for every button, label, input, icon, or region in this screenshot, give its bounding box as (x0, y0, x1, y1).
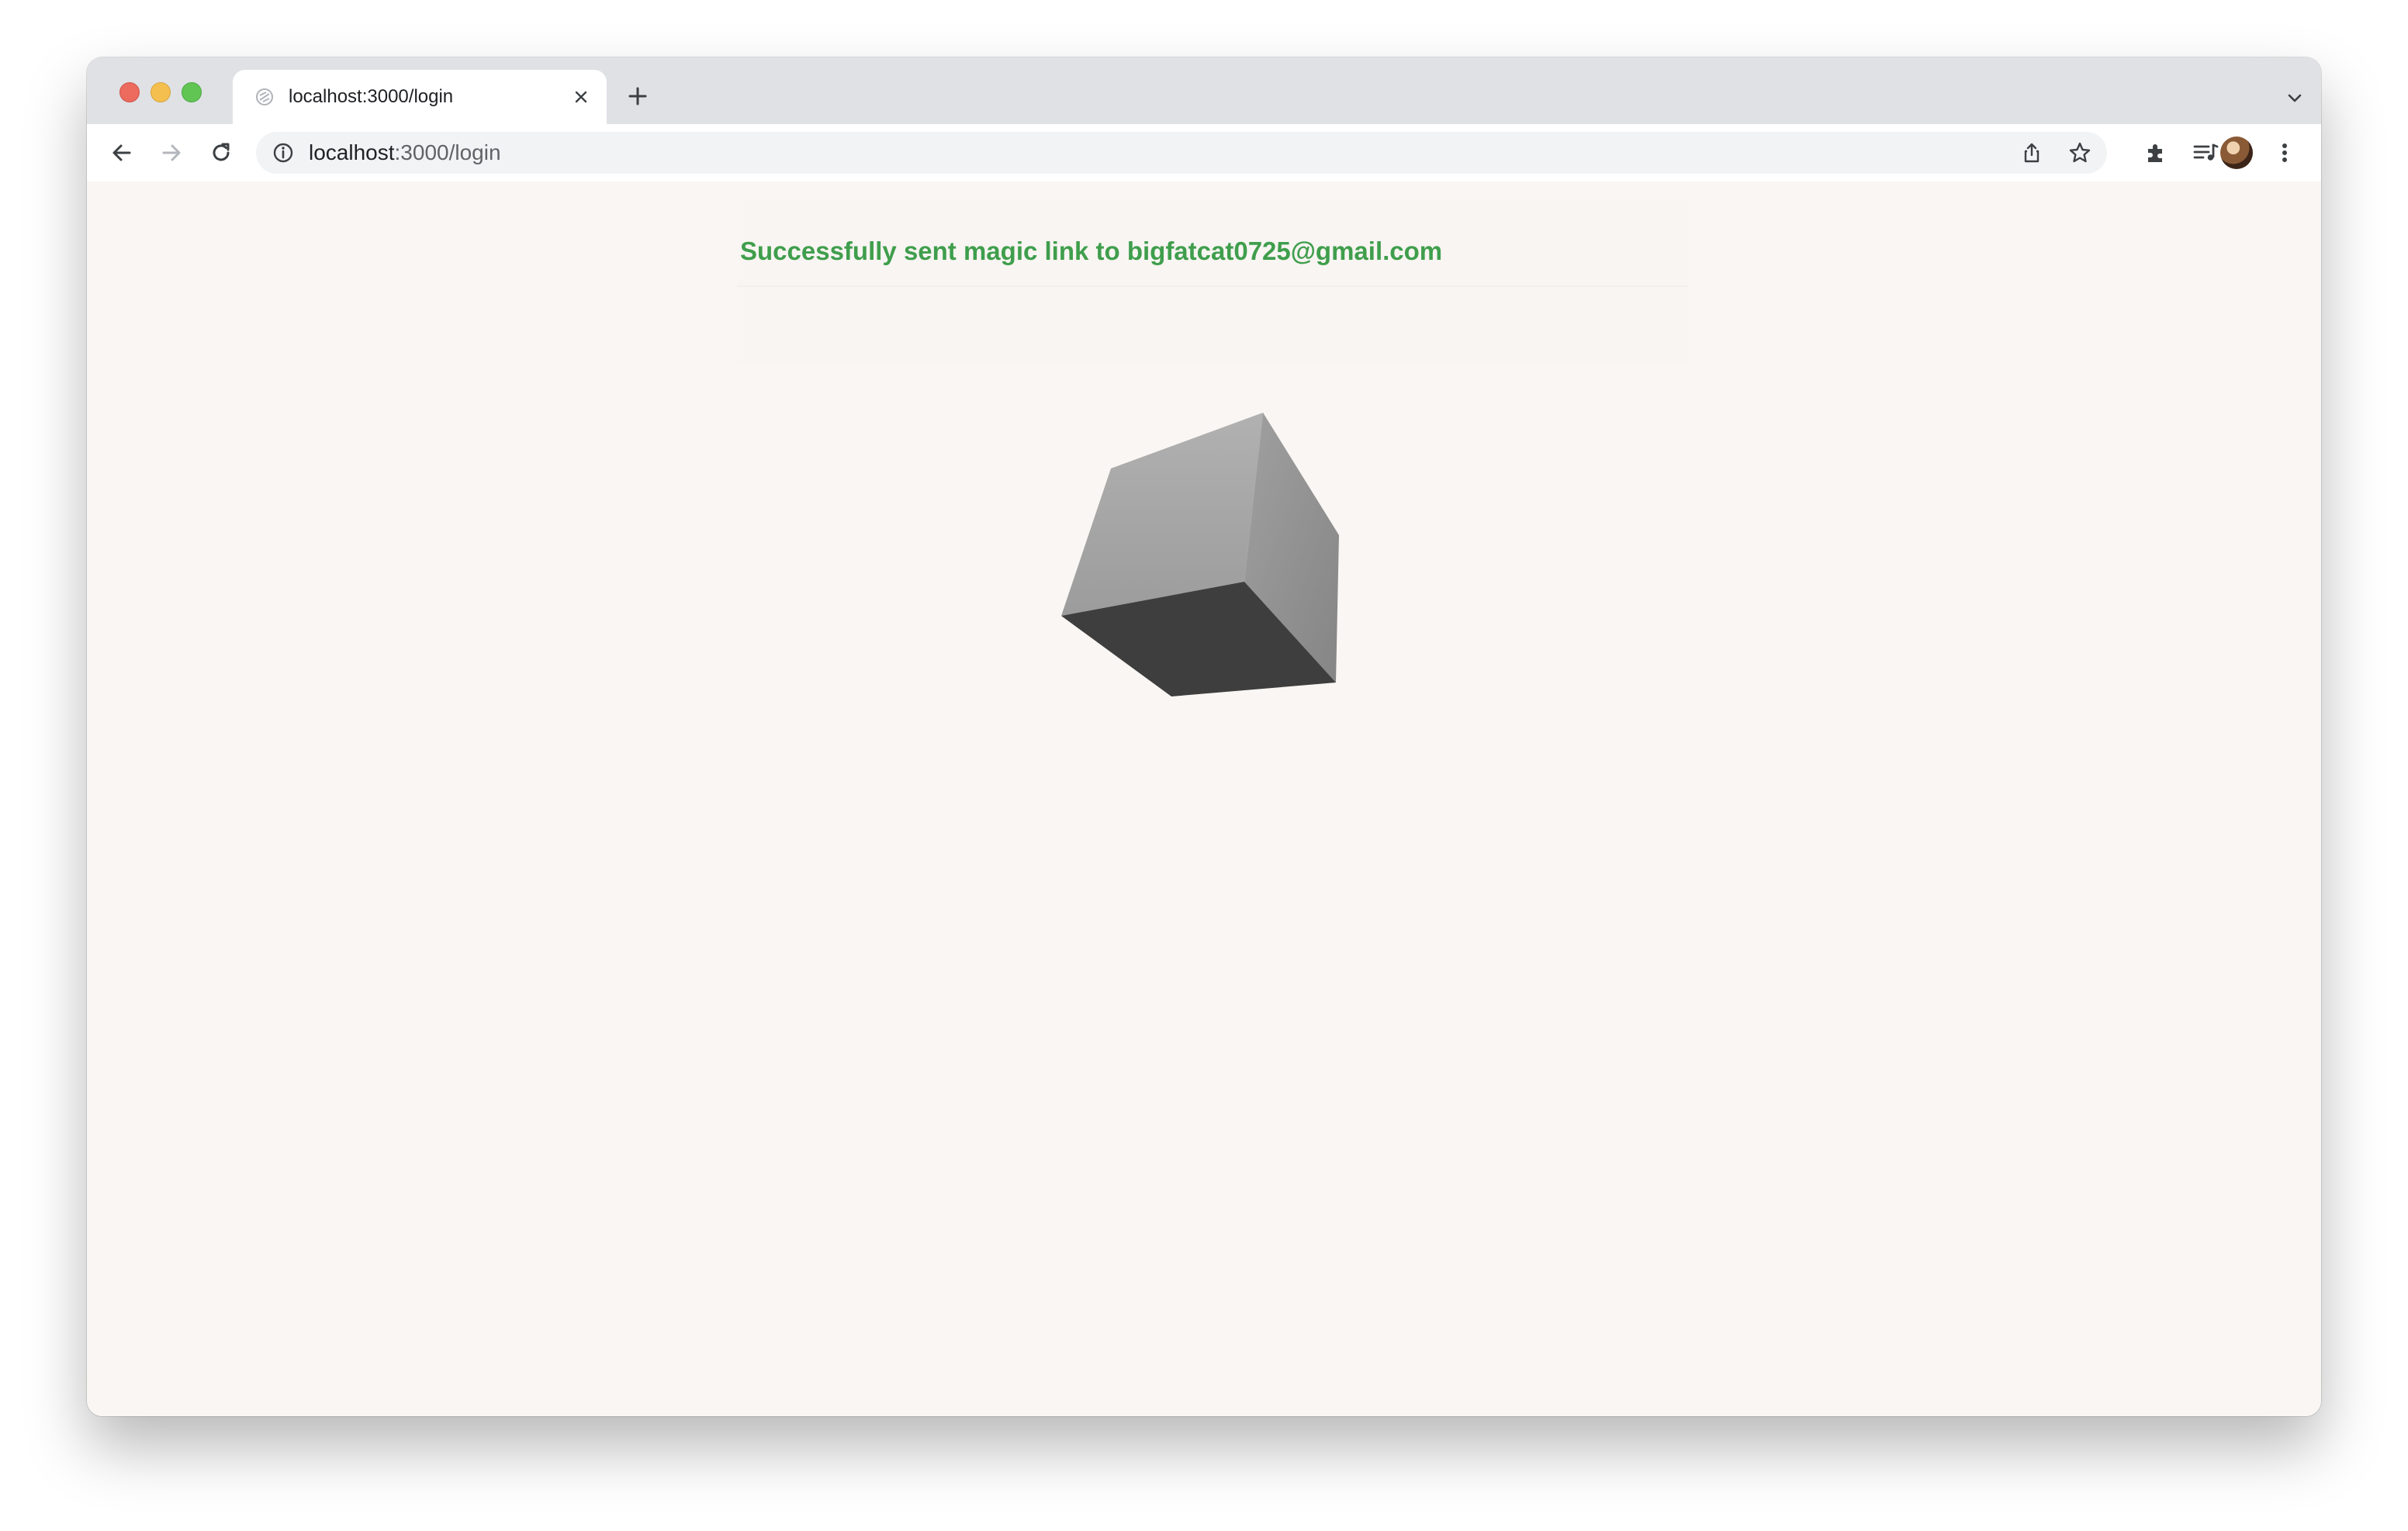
maximize-window-button[interactable] (182, 82, 202, 102)
reload-icon[interactable] (203, 135, 239, 171)
address-bar[interactable]: localhost:3000/login (256, 132, 2107, 174)
url-host: localhost (309, 140, 395, 164)
minimize-window-button[interactable] (150, 82, 171, 102)
back-arrow-icon[interactable] (104, 135, 140, 171)
tab-localhost-login[interactable]: localhost:3000/login (233, 70, 607, 124)
url-path: :3000/login (394, 140, 501, 164)
page-content: Successfully sent magic link to bigfatca… (87, 181, 2321, 1416)
forward-arrow-icon[interactable] (154, 135, 189, 171)
info-icon[interactable] (272, 141, 295, 164)
puzzle-icon[interactable] (2138, 135, 2174, 171)
close-window-button[interactable] (119, 82, 140, 102)
tab-title: localhost:3000/login (289, 86, 454, 107)
share-icon[interactable] (2017, 138, 2046, 168)
globe-icon (253, 85, 276, 109)
avatar[interactable] (2220, 137, 2253, 169)
star-icon[interactable] (2065, 138, 2095, 168)
tab-strip: localhost:3000/login (87, 57, 2321, 124)
plus-icon[interactable] (622, 81, 653, 112)
media-queue-icon[interactable] (2188, 135, 2223, 171)
chevron-down-icon[interactable] (2281, 84, 2309, 112)
url-text: localhost:3000/login (309, 141, 501, 164)
more-vertical-icon[interactable] (2267, 135, 2302, 171)
browser-window: localhost:3000/login localhost:3000/logi… (87, 57, 2321, 1416)
rotating-cube (1061, 413, 1339, 696)
browser-toolbar: localhost:3000/login (87, 124, 2321, 183)
close-icon[interactable] (568, 84, 594, 110)
